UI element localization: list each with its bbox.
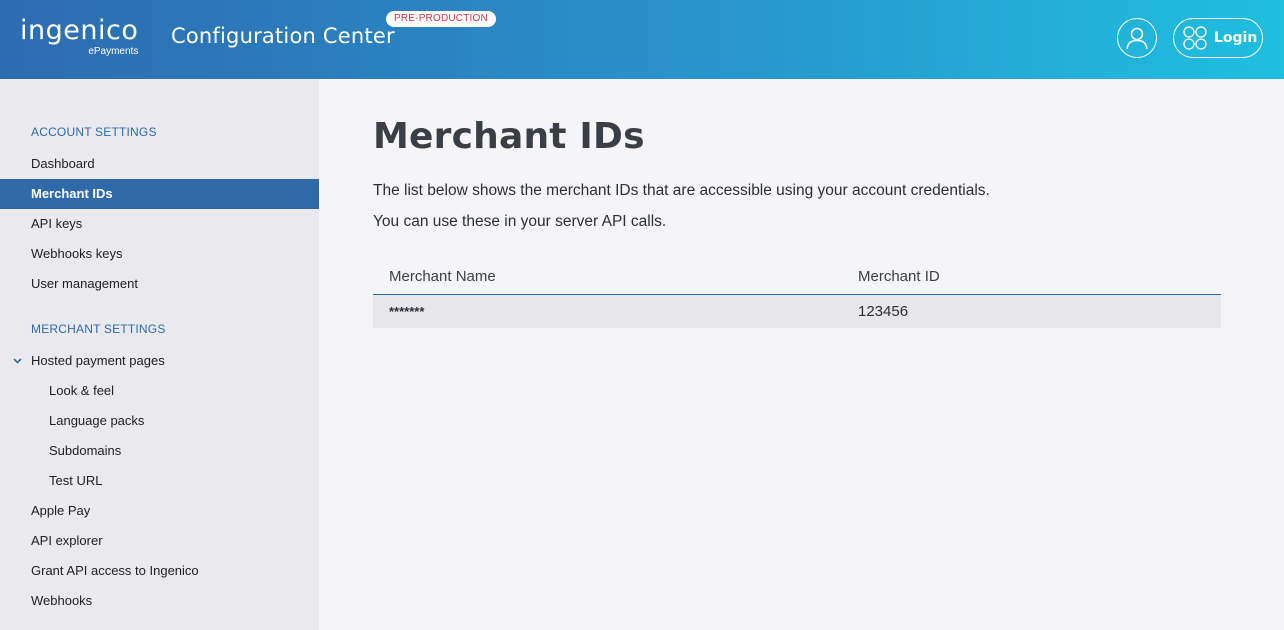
sidebar-item-grant-api-access[interactable]: Grant API access to Ingenico [0,556,319,586]
sidebar-item-label: Hosted payment pages [31,353,165,368]
sidebar-item-api-keys[interactable]: API keys [0,209,319,239]
sidebar-item-api-explorer[interactable]: API explorer [0,526,319,556]
main-content: Merchant IDs The list below shows the me… [319,79,1284,630]
description-line-2: You can use these in your server API cal… [373,213,667,230]
sidebar-item-webhooks[interactable]: Webhooks [0,586,319,616]
sidebar-nav: ACCOUNT SETTINGS Dashboard Merchant IDs … [0,79,319,630]
sidebar-item-apple-pay[interactable]: Apple Pay [0,496,319,526]
merchant-settings-heading: MERCHANT SETTINGS [31,322,166,336]
user-icon [1126,27,1148,50]
merchant-ids-table: Merchant Name Merchant ID ******* 123456 [373,259,1221,328]
page-title: Merchant IDs [373,116,645,157]
sidebar-item-look-and-feel[interactable]: Look & feel [0,376,319,406]
login-button[interactable]: Login [1173,18,1263,58]
sidebar-item-merchant-ids[interactable]: Merchant IDs [0,179,319,209]
account-settings-heading: ACCOUNT SETTINGS [31,125,157,139]
column-header-merchant-name: Merchant Name [389,268,496,285]
logo-subtitle: ePayments [88,46,139,57]
app-title: Configuration Center [171,24,395,48]
description-line-1: The list below shows the merchant IDs th… [373,182,990,199]
merchant-id-cell: 123456 [858,303,909,320]
ingenico-logo[interactable]: ingenico ePayments [20,16,138,57]
environment-badge: PRE-PRODUCTION [386,11,496,27]
top-header: ingenico ePayments Configuration Center … [0,0,1284,79]
sidebar-item-hosted-payment-pages[interactable]: Hosted payment pages [0,346,319,376]
sidebar-item-user-management[interactable]: User management [0,269,319,299]
apps-grid-icon [1183,26,1207,50]
column-header-merchant-id: Merchant ID [858,268,940,285]
login-label: Login [1214,30,1258,46]
merchant-name-cell: ******* [389,304,425,319]
sidebar-item-dashboard[interactable]: Dashboard [0,149,319,179]
table-row: ******* 123456 [373,295,1221,328]
logo-wordmark: ingenico [20,15,139,46]
sidebar-item-language-packs[interactable]: Language packs [0,406,319,436]
table-header: Merchant Name Merchant ID [373,259,1221,295]
sidebar-item-webhooks-keys[interactable]: Webhooks keys [0,239,319,269]
sidebar-item-test-url[interactable]: Test URL [0,466,319,496]
user-avatar-button[interactable] [1117,18,1157,58]
sidebar-item-subdomains[interactable]: Subdomains [0,436,319,466]
